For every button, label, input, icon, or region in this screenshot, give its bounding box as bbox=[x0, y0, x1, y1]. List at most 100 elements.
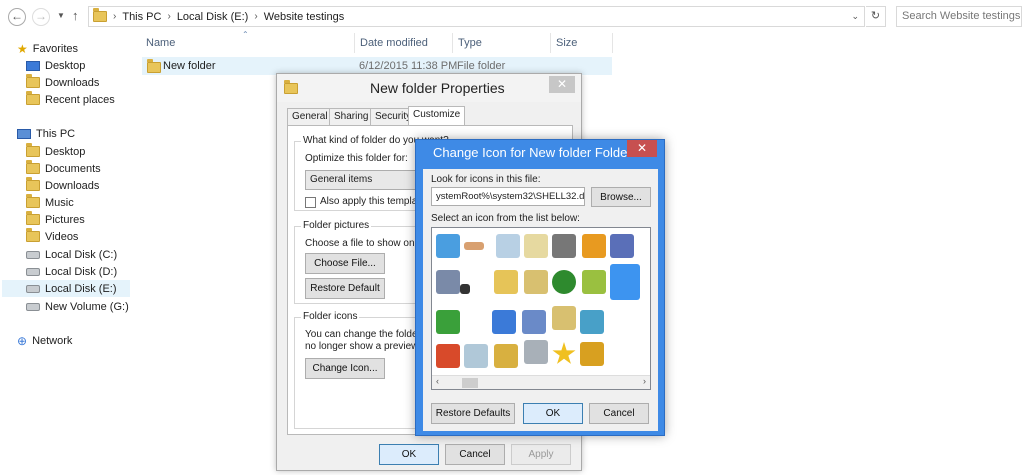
key-icon[interactable] bbox=[582, 234, 606, 258]
user-folder-icon[interactable] bbox=[494, 270, 518, 294]
tab-customize[interactable]: Customize bbox=[408, 106, 466, 126]
browse-button[interactable]: Browse... bbox=[591, 187, 651, 207]
sidebar-this-pc[interactable]: This PC bbox=[17, 125, 75, 142]
cancel-button[interactable]: Cancel bbox=[445, 444, 505, 465]
back-arrow-icon[interactable]: ← bbox=[8, 8, 26, 26]
column-separator[interactable] bbox=[452, 33, 453, 53]
column-separator[interactable] bbox=[354, 33, 355, 53]
address-bar: ← → ▼ ↑ › This PC › Local Disk (E:) › We… bbox=[0, 0, 1024, 34]
sidebar-network[interactable]: ⊕ Network bbox=[17, 332, 72, 349]
star-icon[interactable] bbox=[552, 342, 576, 364]
icons-text-2: no longer show a preview of bbox=[305, 341, 430, 352]
computer-icon bbox=[17, 128, 31, 139]
up-arrow-icon[interactable]: ↑ bbox=[72, 8, 79, 23]
scroll-left-icon[interactable]: ‹ bbox=[436, 376, 439, 386]
folder-icon bbox=[284, 80, 298, 94]
breadcrumb-this-pc[interactable]: This PC bbox=[122, 11, 161, 23]
recent-dropdown-icon[interactable]: ▼ bbox=[57, 11, 65, 20]
downloads-folder-icon bbox=[26, 74, 40, 88]
tab-sharing[interactable]: Sharing bbox=[329, 108, 374, 125]
font-icon[interactable] bbox=[522, 310, 546, 334]
icon-cancel-button[interactable]: Cancel bbox=[589, 403, 649, 424]
cd-drive-icon[interactable] bbox=[552, 234, 576, 258]
dialog-titlebar[interactable]: New folder Properties ✕ bbox=[277, 74, 581, 102]
breadcrumb-local-disk[interactable]: Local Disk (E:) bbox=[177, 11, 249, 23]
monitor-icon[interactable] bbox=[492, 310, 516, 334]
server-icon[interactable] bbox=[524, 340, 548, 364]
select-icon-label: Select an icon from the list below: bbox=[431, 213, 580, 224]
apply-button[interactable]: Apply bbox=[511, 444, 571, 465]
tree-icon[interactable] bbox=[552, 270, 576, 294]
computer-folder-icon[interactable] bbox=[552, 306, 576, 330]
dialog-title: New folder Properties bbox=[370, 80, 505, 96]
sidebar-item-documents[interactable]: Documents bbox=[26, 160, 101, 177]
recycle-full-icon[interactable] bbox=[464, 344, 488, 368]
folder-arrow-icon[interactable] bbox=[582, 270, 606, 294]
column-date-modified[interactable]: Date modified bbox=[360, 37, 428, 49]
column-size[interactable]: Size bbox=[556, 37, 577, 49]
icon-list-scrollbar[interactable]: ‹ › bbox=[432, 375, 650, 389]
sidebar-item-pc-downloads[interactable]: Downloads bbox=[26, 177, 99, 194]
calculator-icon[interactable] bbox=[524, 234, 548, 258]
column-separator[interactable] bbox=[612, 33, 613, 53]
sidebar-favorites[interactable]: ★ Favorites bbox=[17, 40, 78, 57]
sidebar-item-recent-places[interactable]: Recent places bbox=[26, 91, 115, 108]
icon-file-input[interactable]: ystemRoot%\system32\SHELL32.dll bbox=[431, 187, 585, 206]
sort-up-icon: ⌃ bbox=[242, 30, 249, 39]
printer-icon[interactable] bbox=[436, 270, 460, 294]
look-for-label: Look for icons in this file: bbox=[431, 174, 541, 185]
sidebar-item-volume-g[interactable]: New Volume (G:) bbox=[26, 298, 129, 315]
recycle-bin-icon[interactable] bbox=[496, 234, 520, 258]
breadcrumb-website-testings[interactable]: Website testings bbox=[264, 11, 345, 23]
icon-list[interactable]: ‹ › bbox=[431, 227, 651, 390]
recent-places-icon bbox=[26, 91, 40, 105]
column-separator[interactable] bbox=[550, 33, 551, 53]
choose-file-button[interactable]: Choose File... bbox=[305, 253, 385, 274]
tab-general[interactable]: General bbox=[287, 108, 333, 125]
pictures-group-label: Folder pictures bbox=[301, 220, 372, 231]
shortcut-icon[interactable] bbox=[460, 284, 470, 294]
search-input[interactable]: Search Website testings bbox=[896, 6, 1022, 27]
sidebar-item-desktop[interactable]: Desktop bbox=[26, 57, 85, 74]
chevron-down-icon[interactable]: ⌄ bbox=[851, 11, 859, 22]
ok-button[interactable]: OK bbox=[379, 444, 439, 465]
lock-icon[interactable] bbox=[580, 342, 604, 366]
network-drive-icon[interactable] bbox=[610, 234, 634, 258]
column-name[interactable]: Name bbox=[146, 37, 175, 49]
sidebar-item-disk-e[interactable]: Local Disk (E:) bbox=[2, 280, 130, 297]
restore-default-button[interactable]: Restore Default bbox=[305, 278, 385, 299]
forward-arrow-icon[interactable]: → bbox=[32, 8, 50, 26]
restore-defaults-button[interactable]: Restore Defaults bbox=[431, 403, 515, 424]
settings-folder-icon[interactable] bbox=[524, 270, 548, 294]
sidebar-item-pictures[interactable]: Pictures bbox=[26, 211, 85, 228]
icon-ok-button[interactable]: OK bbox=[523, 403, 583, 424]
sync-icon[interactable] bbox=[580, 310, 604, 334]
sidebar-item-music[interactable]: Music bbox=[26, 194, 74, 211]
tools-folder-icon[interactable] bbox=[494, 344, 518, 368]
icons-text-1: You can change the folder ic bbox=[305, 329, 431, 340]
window-icon[interactable] bbox=[436, 234, 460, 258]
scroll-right-icon[interactable]: › bbox=[643, 376, 646, 386]
documents-folder-icon bbox=[26, 160, 40, 174]
desktop-icon bbox=[26, 60, 40, 71]
chevron-right-icon: › bbox=[254, 11, 258, 22]
music-folder-icon bbox=[26, 194, 40, 208]
sidebar-item-videos[interactable]: Videos bbox=[26, 228, 78, 245]
sidebar-item-disk-d[interactable]: Local Disk (D:) bbox=[26, 263, 117, 280]
column-type[interactable]: Type bbox=[458, 37, 482, 49]
sidebar-item-disk-c[interactable]: Local Disk (C:) bbox=[26, 246, 117, 263]
sidebar-item-pc-desktop[interactable]: Desktop bbox=[26, 143, 85, 160]
scrollbar-thumb[interactable] bbox=[462, 378, 478, 388]
green-arrow-icon[interactable] bbox=[436, 310, 460, 334]
close-icon[interactable]: ✕ bbox=[627, 140, 657, 157]
hand-icon[interactable] bbox=[464, 242, 484, 250]
sidebar-item-downloads[interactable]: Downloads bbox=[26, 74, 99, 91]
close-icon[interactable]: ✕ bbox=[549, 76, 575, 93]
address-input[interactable]: › This PC › Local Disk (E:) › Website te… bbox=[88, 6, 865, 27]
power-icon[interactable] bbox=[436, 344, 460, 368]
change-icon-title[interactable]: Change Icon for New folder Folder bbox=[433, 145, 632, 160]
change-icon-button[interactable]: Change Icon... bbox=[305, 358, 385, 379]
refresh-icon[interactable]: ↻ bbox=[866, 6, 886, 27]
selected-icon[interactable] bbox=[610, 264, 640, 300]
apply-template-checkbox[interactable] bbox=[305, 197, 316, 208]
